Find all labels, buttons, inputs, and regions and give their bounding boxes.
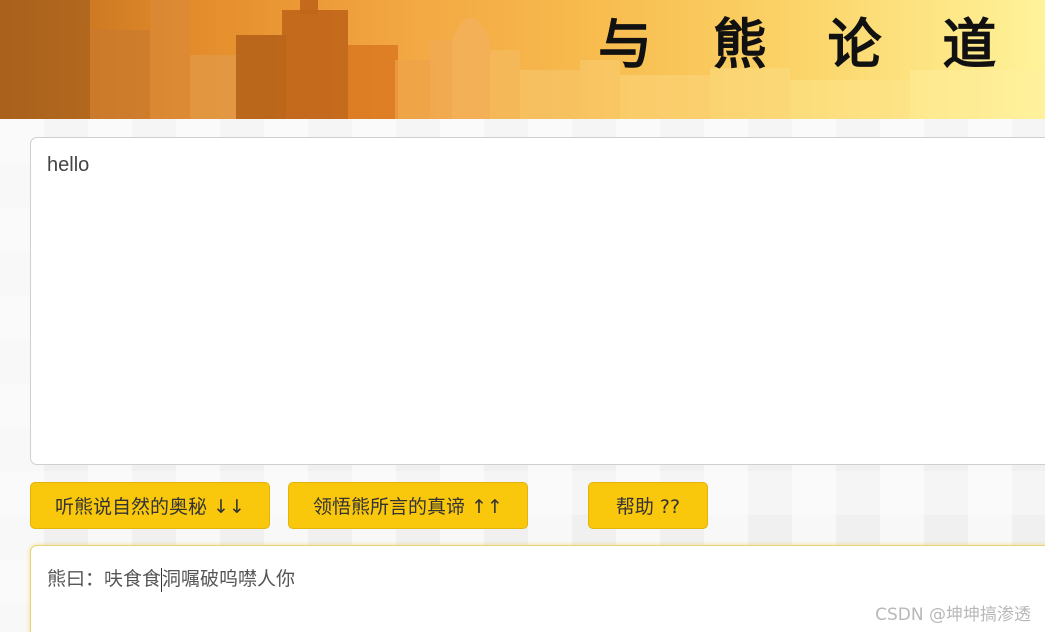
decode-button[interactable]: 领悟熊所言的真谛 ↑↑ bbox=[288, 482, 528, 529]
encode-button[interactable]: 听熊说自然的奥秘 ↓↓ bbox=[30, 482, 270, 529]
plaintext-input[interactable]: hello bbox=[30, 137, 1045, 465]
watermark: CSDN @坤坤搞渗透 bbox=[875, 605, 1031, 625]
ciphertext-output-value-start: 熊曰：呋食食 bbox=[47, 568, 162, 590]
header-banner: 与 熊 论 道 bbox=[0, 0, 1045, 119]
banner-title: 与 熊 论 道 bbox=[598, 13, 1018, 76]
ciphertext-output-value-end: 洞嘱破呜噤人你 bbox=[162, 568, 296, 590]
help-button[interactable]: 帮助 ?? bbox=[588, 482, 708, 529]
plaintext-input-value: hello bbox=[47, 154, 90, 176]
